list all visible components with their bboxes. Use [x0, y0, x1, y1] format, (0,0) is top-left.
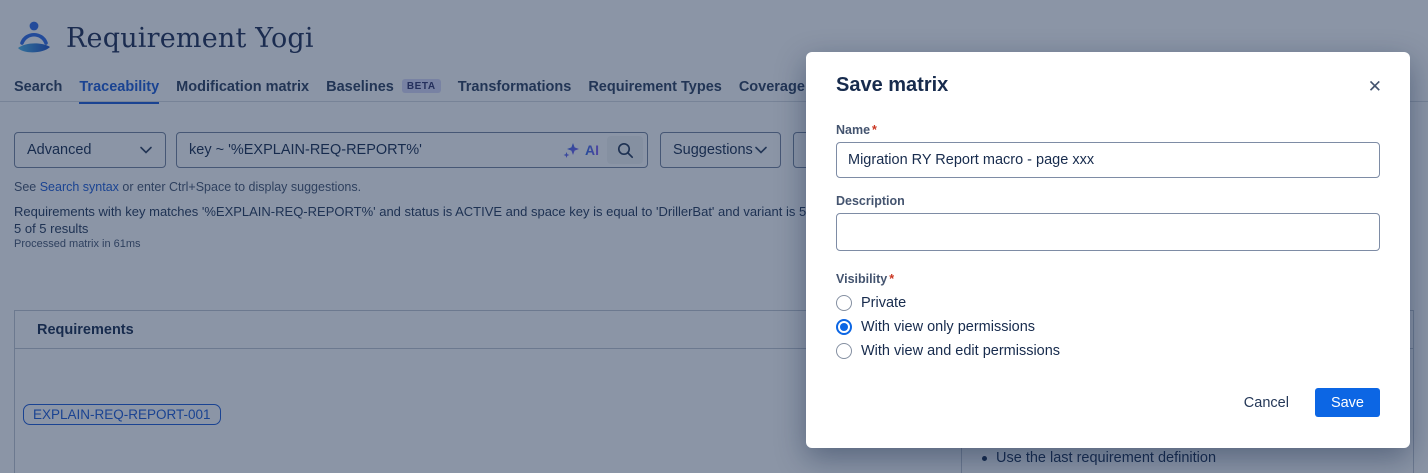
radio-button[interactable]	[836, 319, 852, 335]
close-icon[interactable]: ✕	[1364, 74, 1386, 99]
description-field-label: Description	[836, 194, 1380, 208]
visibility-field-label: Visibility*	[836, 272, 1380, 286]
required-asterisk: *	[889, 272, 894, 286]
visibility-option-view-only[interactable]: With view only permissions	[836, 315, 1380, 339]
save-button[interactable]: Save	[1315, 388, 1380, 417]
modal-footer: Cancel Save	[836, 388, 1380, 417]
visibility-label-text: Visibility	[836, 272, 887, 286]
name-label-text: Name	[836, 123, 870, 137]
cancel-button[interactable]: Cancel	[1244, 395, 1289, 411]
visibility-radio-group: Private With view only permissions With …	[836, 291, 1380, 363]
visibility-option-private[interactable]: Private	[836, 291, 1380, 315]
modal-title: Save matrix	[836, 74, 948, 97]
radio-label: With view and edit permissions	[861, 343, 1060, 359]
name-field-label: Name*	[836, 123, 1380, 137]
description-field[interactable]	[836, 213, 1380, 251]
save-matrix-modal: Save matrix ✕ Name* Description Visibili…	[806, 52, 1410, 448]
radio-button[interactable]	[836, 295, 852, 311]
name-field[interactable]	[836, 142, 1380, 178]
required-asterisk: *	[872, 123, 877, 137]
visibility-option-view-edit[interactable]: With view and edit permissions	[836, 339, 1380, 363]
modal-header: Save matrix ✕	[836, 74, 1380, 99]
radio-label: With view only permissions	[861, 319, 1035, 335]
radio-label: Private	[861, 295, 906, 311]
app-screen: Requirement Yogi Search Traceability Mod…	[0, 0, 1428, 473]
radio-button[interactable]	[836, 343, 852, 359]
